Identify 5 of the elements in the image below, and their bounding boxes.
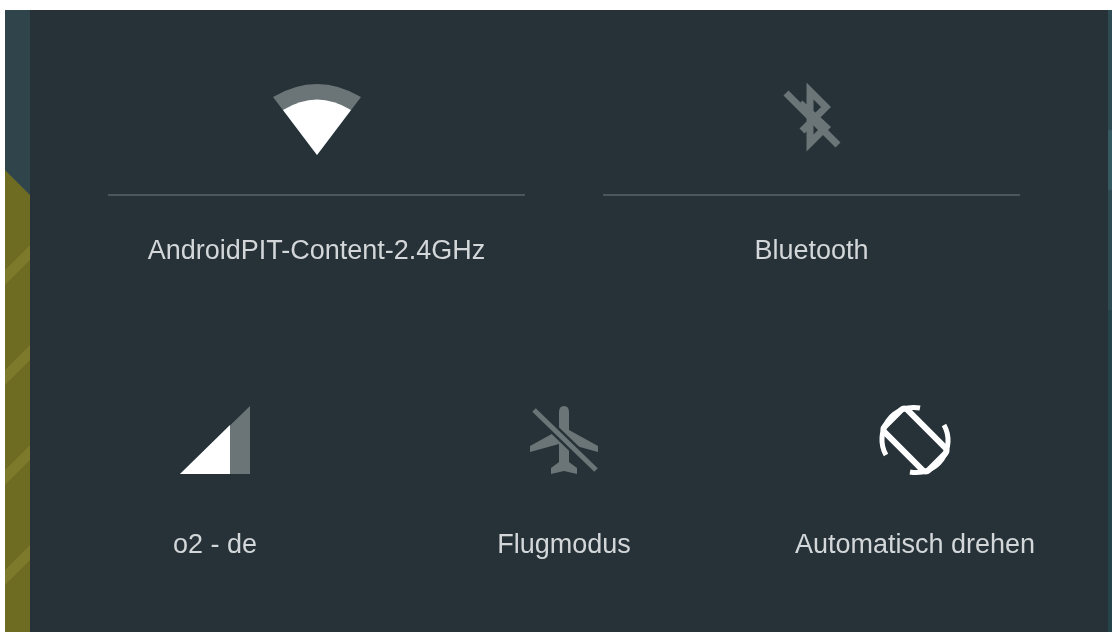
quick-setting-tile[interactable]: Flugmodus xyxy=(390,392,738,570)
quick-setting-tile[interactable]: o2 - de xyxy=(40,392,390,570)
quick-setting-tile[interactable]: AndroidPIT-Content-2.4GHz xyxy=(108,72,525,276)
quick-setting-tile[interactable]: Bluetooth xyxy=(603,72,1020,276)
quick-setting-tile[interactable]: Automatisch drehen xyxy=(738,392,1092,570)
